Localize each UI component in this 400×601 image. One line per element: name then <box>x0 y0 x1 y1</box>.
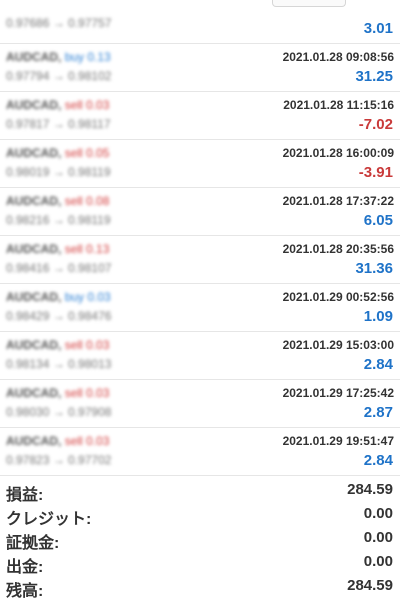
trade-symbol: AUDCAD, <box>6 146 62 160</box>
trade-row[interactable]: AUDCAD, sell 0.08 2021.01.28 17:37:22 0.… <box>0 188 400 236</box>
trade-price: 0.97817 → 0.98117 <box>6 117 111 131</box>
trade-profit: 2.87 <box>363 404 393 421</box>
trade-row[interactable]: AUDCAD, sell 0.03 2021.01.29 19:51:47 0.… <box>0 428 400 476</box>
trade-profit: 2.84 <box>363 356 393 373</box>
trade-price: 0.98216 → 0.98119 <box>6 213 111 227</box>
summary-row-balance: 残高: 284.59 <box>0 574 400 600</box>
trade-symbol: AUDCAD, <box>6 434 62 448</box>
trade-price: 0.98030 → 0.97908 <box>6 405 112 419</box>
trade-symbol-side: AUDCAD, sell 0.05 <box>6 146 109 160</box>
trade-side: sell 0.03 <box>64 434 110 448</box>
trade-symbol: AUDCAD, <box>6 50 62 64</box>
trade-symbol: AUDCAD, <box>6 98 62 112</box>
trade-price: 0.98134 → 0.98013 <box>6 357 112 371</box>
trade-profit: -7.02 <box>358 116 393 133</box>
balance-value: 284.59 <box>347 577 393 594</box>
trade-symbol-side: AUDCAD, buy 0.03 <box>6 290 111 304</box>
trade-row[interactable]: AUDCAD, sell 0.03 2021.01.29 17:25:42 0.… <box>0 380 400 428</box>
trade-row[interactable]: AUDCAD, sell 0.13 2021.01.28 20:35:56 0.… <box>0 236 400 284</box>
withdrawal-value: 0.00 <box>363 553 393 570</box>
trade-row[interactable]: AUDCAD, sell 0.03 2021.01.29 15:03:00 0.… <box>0 332 400 380</box>
trade-profit: 2.84 <box>363 452 393 469</box>
summary-row-deposit: 証拠金: 0.00 <box>0 526 400 552</box>
trade-time: 2021.01.28 17:37:22 <box>282 194 394 208</box>
trade-profit: 1.09 <box>363 308 393 325</box>
trade-price: 0.98429 → 0.98476 <box>6 309 112 323</box>
profit-value: 284.59 <box>347 481 393 498</box>
trade-price: 0.97686 → 0.97757 <box>6 16 112 30</box>
trade-symbol-side: AUDCAD, sell 0.03 <box>6 338 109 352</box>
trade-price: 0.97823 → 0.97702 <box>6 453 112 467</box>
trade-side: sell 0.13 <box>64 242 110 256</box>
deposit-value: 0.00 <box>363 529 393 546</box>
trade-side: buy 0.13 <box>64 50 111 64</box>
trade-side: sell 0.05 <box>64 146 110 160</box>
trade-symbol-side: AUDCAD, sell 0.13 <box>6 242 109 256</box>
trade-time: 2021.01.28 11:15:16 <box>283 98 394 112</box>
trade-row[interactable]: AUDCAD, sell 0.03 2021.01.28 11:15:16 0.… <box>0 92 400 140</box>
trade-symbol: AUDCAD, <box>6 386 62 400</box>
trade-price: 0.98019 → 0.98119 <box>6 165 111 179</box>
trade-profit: 3.01 <box>363 20 393 37</box>
trade-row[interactable]: AUDCAD, buy 0.03 2021.01.29 00:52:56 0.9… <box>0 284 400 332</box>
trade-symbol: AUDCAD, <box>6 290 62 304</box>
trade-time: 2021.01.28 16:00:09 <box>282 146 394 160</box>
trade-time: 2021.01.29 17:25:42 <box>282 386 394 400</box>
trade-history-list: 0.97686 → 0.97757 3.01 AUDCAD, buy 0.13 … <box>0 0 400 476</box>
trade-time: 2021.01.29 15:03:00 <box>282 338 394 352</box>
trade-symbol-side: AUDCAD, buy 0.13 <box>6 50 111 64</box>
summary-row-profit: 損益: 284.59 <box>0 478 400 504</box>
trade-price: 0.98416 → 0.98107 <box>6 261 112 275</box>
trade-symbol-side: AUDCAD, sell 0.03 <box>6 386 109 400</box>
trade-profit: 6.05 <box>363 212 393 229</box>
trade-row[interactable]: AUDCAD, buy 0.13 2021.01.28 09:08:56 0.9… <box>0 44 400 92</box>
trade-symbol: AUDCAD, <box>6 338 62 352</box>
trade-symbol-side: AUDCAD, sell 0.03 <box>6 98 109 112</box>
trade-symbol: AUDCAD, <box>6 242 62 256</box>
credit-value: 0.00 <box>363 505 393 522</box>
trade-symbol: AUDCAD, <box>6 194 62 208</box>
balance-label: 残高: <box>6 583 44 600</box>
summary-row-credit: クレジット: 0.00 <box>0 502 400 528</box>
trade-profit: 31.36 <box>355 260 393 277</box>
trade-time: 2021.01.29 19:51:47 <box>282 434 394 448</box>
trade-symbol-side: AUDCAD, sell 0.08 <box>6 194 109 208</box>
trade-row[interactable]: AUDCAD, sell 0.05 2021.01.28 16:00:09 0.… <box>0 140 400 188</box>
trade-time: 2021.01.28 20:35:56 <box>282 242 394 256</box>
trade-time: 2021.01.28 09:08:56 <box>282 50 394 64</box>
trade-side: sell 0.08 <box>64 194 110 208</box>
trade-price: 0.97794 → 0.98102 <box>6 69 112 83</box>
trade-symbol-side: AUDCAD, sell 0.03 <box>6 434 109 448</box>
trade-row[interactable]: 0.97686 → 0.97757 3.01 <box>0 0 400 44</box>
account-summary: 損益: 284.59 クレジット: 0.00 証拠金: 0.00 出金: 0.0… <box>0 478 400 600</box>
trade-side: sell 0.03 <box>64 338 110 352</box>
summary-row-withdrawal: 出金: 0.00 <box>0 550 400 576</box>
trade-time: 2021.01.29 00:52:56 <box>282 290 394 304</box>
trade-profit: 31.25 <box>355 68 393 85</box>
trade-side: sell 0.03 <box>64 98 110 112</box>
trade-profit: -3.91 <box>358 164 393 181</box>
trade-side: buy 0.03 <box>64 290 111 304</box>
trade-side: sell 0.03 <box>64 386 110 400</box>
